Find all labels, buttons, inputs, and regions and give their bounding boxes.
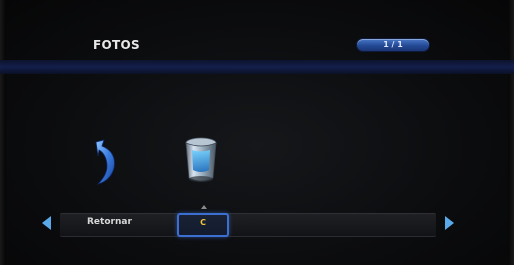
scroll-left-arrow-icon[interactable] xyxy=(42,216,51,230)
photo-browser-screen: FOTOS 1 / 1 Retornar C xyxy=(0,0,514,265)
page-title: FOTOS xyxy=(93,38,140,52)
return-tile[interactable] xyxy=(90,138,126,188)
left-frame-edge xyxy=(0,0,6,265)
right-frame-edge xyxy=(508,0,514,265)
delete-tile[interactable] xyxy=(180,136,222,186)
focus-pointer-icon xyxy=(201,205,207,209)
page-indicator: 1 / 1 xyxy=(357,39,429,51)
scroll-right-arrow-icon[interactable] xyxy=(445,216,454,230)
trash-bin-icon xyxy=(185,137,217,182)
return-arrow-icon xyxy=(95,139,115,185)
focused-item-label: C xyxy=(200,218,206,227)
return-button-label[interactable]: Retornar xyxy=(87,217,132,227)
header-band xyxy=(0,60,514,74)
